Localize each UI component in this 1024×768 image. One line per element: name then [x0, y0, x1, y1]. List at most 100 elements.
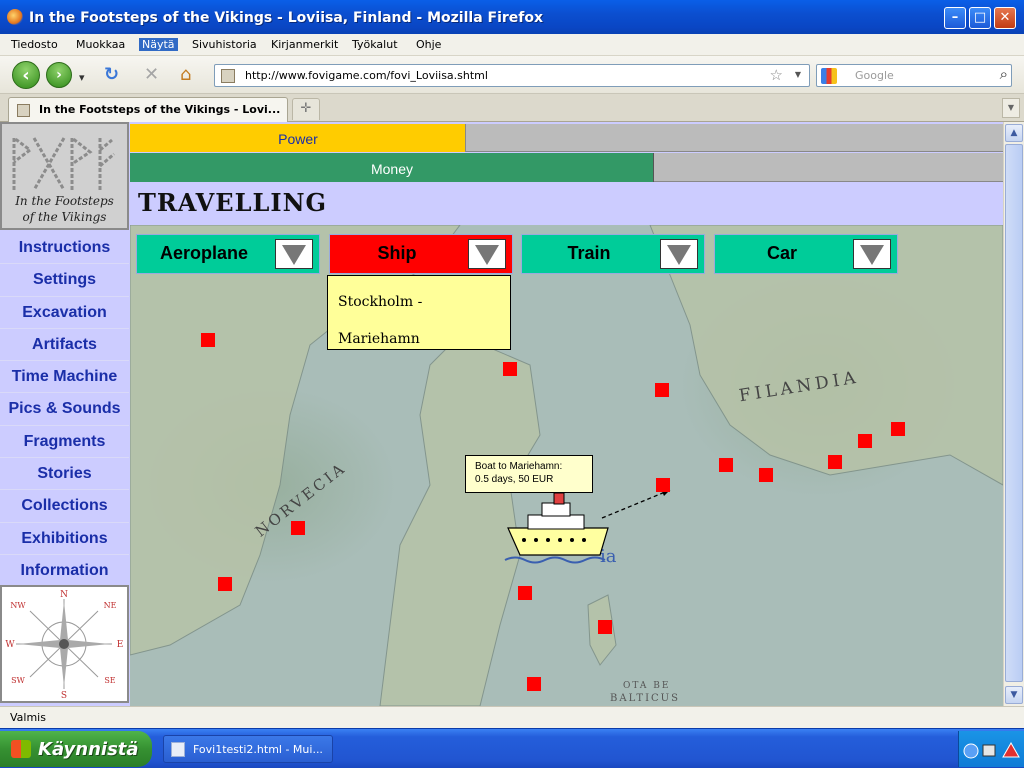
transport-aeroplane[interactable]: Aeroplane	[136, 234, 320, 274]
system-tray[interactable]	[958, 731, 1024, 767]
scroll-up-arrow-icon[interactable]: ▲	[1005, 124, 1023, 142]
menu-item-file[interactable]: Tiedosto	[11, 38, 58, 51]
address-url[interactable]: http://www.fovigame.com/fovi_Loviisa.sht…	[245, 69, 488, 82]
sidebar-item-settings[interactable]: Settings	[0, 264, 129, 297]
menu-item-tools[interactable]: Työkalut	[352, 38, 398, 51]
tray-icons[interactable]	[959, 731, 1024, 767]
logo-caption-line1: In the Footsteps	[15, 194, 114, 208]
maximize-button[interactable]: □	[969, 7, 991, 29]
scrollbar-thumb[interactable]	[1005, 144, 1023, 682]
location-marker[interactable]	[503, 362, 524, 383]
logo-caption-line2: of the Vikings	[22, 210, 107, 224]
taskbar-item-firefox[interactable]: Fovi1testi2.html - Mui...	[163, 735, 333, 763]
location-marker[interactable]	[759, 468, 780, 489]
location-marker[interactable]	[719, 458, 740, 479]
close-button[interactable]: ✕	[994, 7, 1016, 29]
location-marker[interactable]	[891, 422, 912, 443]
location-marker-mariehamn[interactable]	[656, 478, 677, 499]
status-bar: Valmis	[0, 706, 1024, 728]
menu-item-help[interactable]: Ohje	[416, 38, 441, 51]
transport-ship[interactable]: Ship	[329, 234, 513, 274]
sidebar-item-fragments[interactable]: Fragments	[0, 426, 129, 459]
forward-button[interactable]: ›	[46, 62, 72, 88]
sidebar-item-excavation[interactable]: Excavation	[0, 297, 129, 329]
scroll-down-arrow-icon[interactable]: ▼	[1005, 686, 1023, 704]
menu-item-history[interactable]: Sivuhistoria	[192, 38, 257, 51]
menu-item-edit[interactable]: Muokkaa	[76, 38, 125, 51]
windows-flag-icon	[11, 740, 31, 758]
tab-label: In the Footsteps of the Vikings - Lovi..…	[39, 103, 281, 116]
ship-dropdown-arrow-icon[interactable]	[468, 239, 506, 269]
navigation-toolbar: ‹ › ▾ ↻ ✕ ⌂ http://www.fovigame.com/fovi…	[0, 56, 1024, 94]
sidebar-nav: Instructions Settings Excavation Artifac…	[0, 232, 129, 588]
sidebar-item-pics-sounds[interactable]: Pics & Sounds	[0, 393, 129, 426]
sidebar-item-instructions[interactable]: Instructions	[0, 232, 129, 265]
bookmark-star-icon[interactable]: ☆	[770, 66, 783, 84]
car-dropdown-arrow-icon[interactable]	[853, 239, 891, 269]
sidebar-item-time-machine[interactable]: Time Machine	[0, 361, 129, 394]
minimize-button[interactable]: –	[944, 7, 966, 29]
address-bar[interactable]: http://www.fovigame.com/fovi_Loviisa.sht…	[214, 64, 810, 87]
home-icon[interactable]: ⌂	[180, 65, 191, 85]
ship-icon[interactable]	[504, 483, 609, 564]
ship-route-option-line1[interactable]: Stockholm -	[338, 284, 500, 321]
route-tooltip-line1: Boat to Mariehamn:	[475, 461, 563, 472]
location-marker[interactable]	[828, 455, 849, 476]
transport-train-label: Train	[567, 243, 611, 263]
tab-strip: In the Footsteps of the Vikings - Lovi..…	[0, 94, 1024, 122]
site-favicon-icon	[221, 69, 235, 83]
sidebar-item-exhibitions[interactable]: Exhibitions	[0, 523, 129, 555]
document-icon	[171, 742, 185, 757]
compass-se: SE	[104, 676, 115, 685]
status-text: Valmis	[10, 711, 46, 724]
taskbar-item-label: Fovi1testi2.html - Mui...	[193, 743, 323, 756]
window-title-bar[interactable]: In the Footsteps of the Vikings - Loviis…	[0, 0, 1024, 34]
train-dropdown-arrow-icon[interactable]	[660, 239, 698, 269]
sidebar-item-collections[interactable]: Collections	[0, 490, 129, 523]
location-marker[interactable]	[518, 586, 539, 607]
back-button[interactable]: ‹	[12, 61, 40, 89]
history-dropdown-icon[interactable]: ▾	[79, 68, 85, 88]
sidebar-item-information[interactable]: Information	[0, 555, 129, 588]
compass-n: N	[60, 590, 68, 600]
start-button[interactable]: Käynnistä	[0, 731, 152, 767]
map-label-baltic-1: OTA BE	[623, 681, 670, 691]
location-marker[interactable]	[291, 521, 312, 542]
location-marker[interactable]	[598, 620, 619, 641]
window-title: In the Footsteps of the Vikings - Loviis…	[29, 10, 544, 26]
power-meter: Power	[130, 124, 1003, 152]
location-marker[interactable]	[858, 434, 879, 455]
url-dropdown-icon[interactable]: ▼	[795, 70, 801, 79]
transport-car[interactable]: Car	[714, 234, 898, 274]
compass-e: E	[117, 640, 124, 650]
ship-route-dropdown[interactable]: Stockholm - Mariehamn	[327, 275, 511, 350]
menu-item-view[interactable]: Näytä	[139, 38, 178, 51]
location-marker[interactable]	[218, 577, 239, 598]
search-placeholder: Google	[855, 69, 894, 82]
aeroplane-dropdown-arrow-icon[interactable]	[275, 239, 313, 269]
transport-ship-label: Ship	[377, 243, 417, 263]
transport-train[interactable]: Train	[521, 234, 705, 274]
compass-icon: N NE E SE S SW W NW	[5, 590, 124, 701]
sidebar-item-artifacts[interactable]: Artifacts	[0, 329, 129, 362]
search-box[interactable]: Google ⌕	[816, 64, 1012, 87]
location-marker[interactable]	[201, 333, 222, 354]
sidebar-item-stories[interactable]: Stories	[0, 458, 129, 491]
map-label-partial: ia	[600, 546, 617, 567]
new-tab-button[interactable]: ✛	[292, 98, 320, 120]
tab-vikings[interactable]: In the Footsteps of the Vikings - Lovi..…	[8, 97, 288, 122]
menu-item-bookmarks[interactable]: Kirjanmerkit	[271, 38, 338, 51]
tab-list-button[interactable]: ▼	[1002, 98, 1020, 118]
google-engine-icon[interactable]	[821, 68, 837, 84]
location-marker[interactable]	[527, 677, 548, 698]
reload-icon[interactable]: ↻	[104, 65, 119, 85]
location-marker[interactable]	[655, 383, 676, 404]
ship-route-option-line2[interactable]: Mariehamn	[338, 321, 500, 358]
site-logo[interactable]: In the Footsteps of the Vikings	[0, 122, 129, 230]
vertical-scrollbar[interactable]: ▲ ▼	[1003, 122, 1024, 706]
power-label: Power	[278, 131, 318, 147]
transport-aeroplane-label: Aeroplane	[159, 243, 249, 263]
search-icon[interactable]: ⌕	[1000, 65, 1008, 83]
stop-icon[interactable]: ✕	[144, 65, 159, 85]
money-meter: Money	[130, 153, 1003, 182]
